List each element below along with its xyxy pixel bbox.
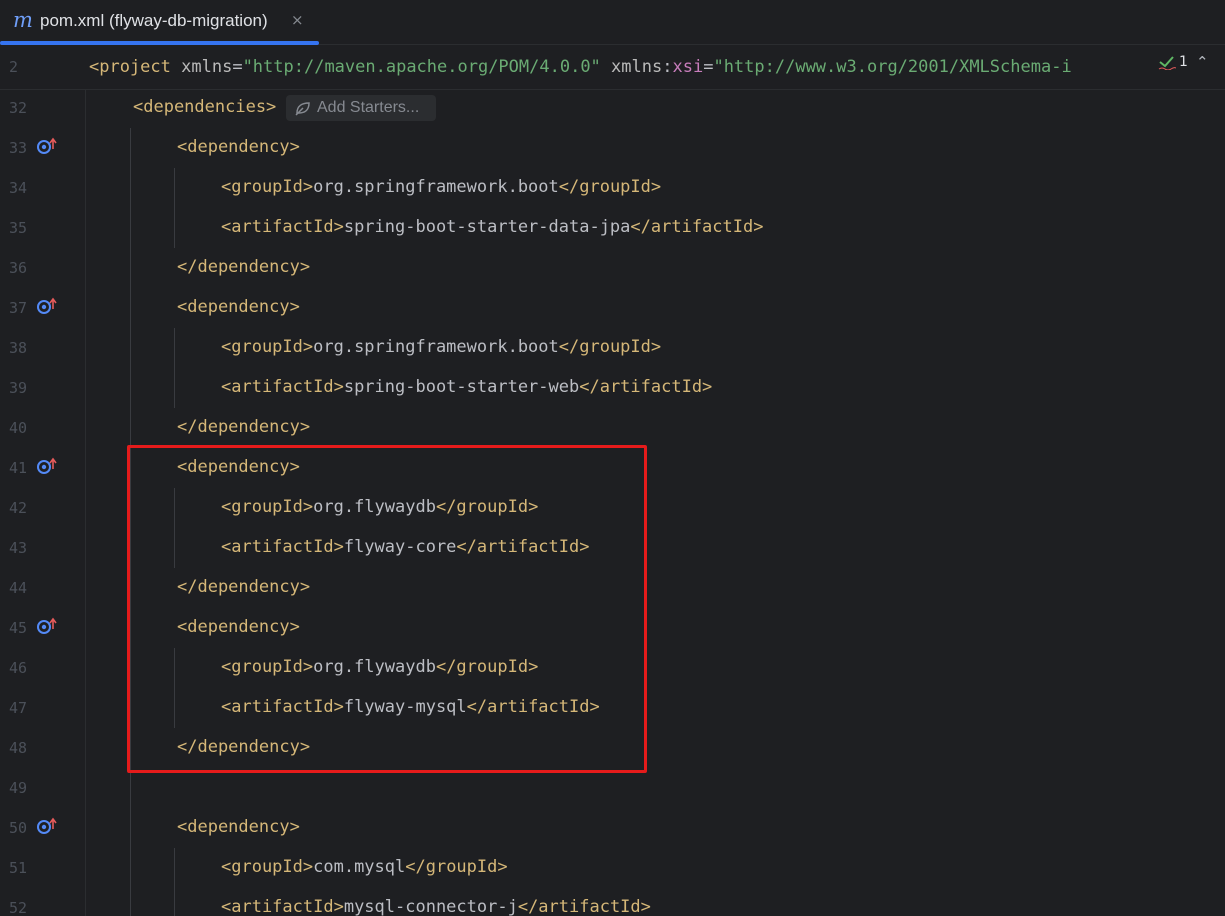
maven-override-icon[interactable]: [36, 137, 58, 155]
line-number: 44: [9, 579, 28, 597]
hint-label: Add Starters...: [317, 99, 420, 116]
maven-file-icon: m: [13, 8, 33, 32]
inspections-count: 1: [1179, 54, 1188, 70]
code-line-36[interactable]: 36 </dependency>: [0, 250, 1225, 290]
code-line-52[interactable]: 52 <artifactId>mysql-connector-j</artifa…: [0, 890, 1225, 916]
code-line-39[interactable]: 39 <artifactId>spring-boot-starter-web</…: [0, 370, 1225, 410]
code-text: </dependency>: [177, 417, 311, 437]
line-number: 52: [9, 899, 28, 916]
code-line-38[interactable]: 38 <groupId>org.springframework.boot</gr…: [0, 330, 1225, 370]
line-number: 41: [9, 459, 28, 477]
line-number: 49: [9, 779, 28, 797]
code-text: <dependency>: [177, 817, 300, 837]
code-line-37[interactable]: 37 <dependency>: [0, 290, 1225, 330]
maven-override-icon[interactable]: [36, 297, 58, 315]
code-line-40[interactable]: 40 </dependency>: [0, 410, 1225, 450]
tab-pom-xml[interactable]: m pom.xml (flyway-db-migration) ×: [0, 0, 319, 45]
code-text: <dependency>: [177, 297, 300, 317]
line-number: 50: [9, 819, 28, 837]
line-number: 2: [9, 58, 19, 76]
editor-tab-bar: m pom.xml (flyway-db-migration) ×: [0, 0, 1225, 45]
close-icon[interactable]: ×: [291, 9, 304, 31]
code-line-33[interactable]: 33 <dependency>: [0, 130, 1225, 170]
leaf-icon: [295, 102, 310, 116]
line-number: 32: [9, 99, 28, 117]
line-number: 37: [9, 299, 28, 317]
code-text: <artifactId>mysql-connector-j</artifactI…: [221, 897, 651, 916]
tab-label: pom.xml (flyway-db-migration): [40, 11, 268, 30]
line-number: 48: [9, 739, 28, 757]
code-text: </dependency>: [177, 257, 311, 277]
line-number: 38: [9, 339, 28, 357]
code-line-project: <project xmlns="http://maven.apache.org/…: [89, 57, 1072, 77]
code-text: <artifactId>spring-boot-starter-web</art…: [221, 377, 713, 397]
code-text: <dependency>: [177, 137, 300, 157]
add-starters-hint[interactable]: Add Starters...: [286, 95, 436, 121]
highlight-annotation-box: [127, 445, 647, 773]
code-line-32[interactable]: 32 <dependencies> Add Starters...: [0, 90, 1225, 130]
chevron-up-icon[interactable]: ⌃: [1196, 53, 1209, 71]
code-text: <dependencies>: [133, 97, 277, 117]
code-line-50[interactable]: 50 <dependency>: [0, 810, 1225, 850]
code-text: <artifactId>spring-boot-starter-data-jpa…: [221, 217, 764, 237]
line-number: 51: [9, 859, 28, 877]
code-editor[interactable]: 32 <dependencies> Add Starters... 33 <de…: [0, 90, 1225, 916]
code-line-51[interactable]: 51 <groupId>com.mysql</groupId>: [0, 850, 1225, 890]
line-number: 33: [9, 139, 28, 157]
code-line-49[interactable]: 49: [0, 770, 1225, 810]
code-text: <groupId>org.springframework.boot</group…: [221, 177, 662, 197]
code-line-35[interactable]: 35 <artifactId>spring-boot-starter-data-…: [0, 210, 1225, 250]
line-number: 40: [9, 419, 28, 437]
line-number: 35: [9, 219, 28, 237]
code-text: <groupId>com.mysql</groupId>: [221, 857, 508, 877]
line-number: 36: [9, 259, 28, 277]
code-line-34[interactable]: 34 <groupId>org.springframework.boot</gr…: [0, 170, 1225, 210]
maven-override-icon[interactable]: [36, 817, 58, 835]
maven-override-icon[interactable]: [36, 457, 58, 475]
line-number: 45: [9, 619, 28, 637]
line-number: 43: [9, 539, 28, 557]
check-icon: [1158, 56, 1176, 70]
line-number: 39: [9, 379, 28, 397]
code-text: <groupId>org.springframework.boot</group…: [221, 337, 662, 357]
inspections-widget[interactable]: 1: [1158, 54, 1188, 70]
line-number: 34: [9, 179, 28, 197]
sticky-scroll-header[interactable]: 2 <project xmlns="http://maven.apache.or…: [0, 45, 1225, 90]
line-number: 42: [9, 499, 28, 517]
line-number: 46: [9, 659, 28, 677]
maven-override-icon[interactable]: [36, 617, 58, 635]
line-number: 47: [9, 699, 28, 717]
